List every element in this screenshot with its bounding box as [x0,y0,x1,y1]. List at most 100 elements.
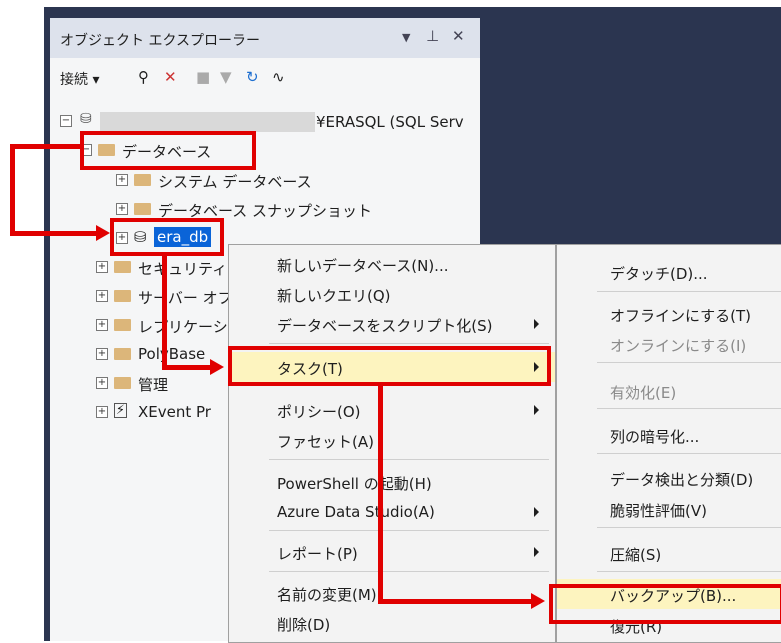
window-left-border [0,0,44,641]
annotation-box-era-db [110,218,224,256]
object-explorer-title: オブジェクト エクスプローラー [60,33,261,49]
annotation-arrow-icon [210,359,224,375]
menu-separator [269,459,549,460]
menu-separator [597,408,781,409]
menu-item-label: 有効化(E) [610,384,677,402]
menu-item-delete[interactable]: 削除(D) [229,608,555,638]
menu-separator [597,453,781,454]
menu-item-label: データベースをスクリプト化(S) [277,317,493,335]
pin-icon[interactable]: ⊥ [426,27,439,45]
menu-item-label: オンラインにする(I) [610,337,747,355]
menu-item-label: Azure Data Studio(A) [277,503,435,521]
expand-icon[interactable]: + [96,319,108,331]
folder-icon [114,261,131,273]
xevent-icon: ⚡ [114,403,127,418]
menu-item-new-database[interactable]: 新しいデータベース(N)... [229,249,555,279]
tree-xevent-node[interactable]: + ⚡ XEvent Pr [96,401,236,425]
folder-icon [114,377,131,389]
menu-separator [269,571,549,572]
tree-label: セキュリティ [138,260,228,278]
menu-item-new-query[interactable]: 新しいクエリ(Q) [229,279,555,309]
window-top-border [0,0,781,7]
menu-separator [597,571,781,572]
object-explorer-toolbar: 接続 ▾ ⚲ ✕ ■ ▼ ↻ ∿ [50,60,480,94]
menu-item-label: 脆弱性評価(V) [610,502,707,520]
expand-icon[interactable]: + [96,406,108,418]
menu-item-label: レポート(P) [277,545,358,563]
expand-icon[interactable]: + [116,174,128,186]
tree-label: サーバー オブ [138,289,233,307]
menu-separator [597,527,781,528]
submenu-arrow-icon [534,547,539,557]
connect-plug-icon[interactable]: ⚲ [138,68,149,86]
task-item-data-discovery[interactable]: データ検出と分類(D) [557,463,781,493]
folder-icon [114,290,131,302]
tree-label: システム データベース [158,173,312,191]
annotation-box-backup [549,584,781,624]
menu-item-label: デタッチ(D)... [610,265,708,283]
task-item-enable[interactable]: 有効化(E) [557,376,781,406]
menu-item-label: 新しいデータベース(N)... [277,257,449,275]
menu-item-label: ポリシー(O) [277,403,361,421]
task-item-take-offline[interactable]: オフラインにする(T) [557,299,781,329]
annotation-box-databases [80,131,256,170]
annotation-box-tasks [228,346,551,386]
expand-icon[interactable]: + [96,348,108,360]
activity-monitor-icon[interactable]: ∿ [272,68,285,86]
expand-icon[interactable]: + [96,377,108,389]
filter-icon[interactable]: ▼ [220,68,232,86]
menu-item-label: データ検出と分類(D) [610,471,754,489]
menu-item-label: 圧縮(S) [610,546,662,564]
collapse-icon[interactable]: − [60,115,72,127]
redacted-server-name [100,112,315,132]
task-item-encrypt-columns[interactable]: 列の暗号化... [557,420,781,450]
menu-item-script-database[interactable]: データベースをスクリプト化(S) [229,309,555,339]
task-item-detach[interactable]: デタッチ(D)... [557,257,781,287]
annotation-arrow-icon [96,225,110,241]
menu-separator [269,530,549,531]
tree-management-node[interactable]: + 管理 [96,372,236,396]
menu-separator [597,291,781,292]
annotation-connector [162,256,167,370]
menu-item-facets[interactable]: ファセット(A) [229,425,555,455]
tree-label: PolyBase [138,345,206,363]
submenu-arrow-icon [534,507,539,517]
annotation-connector [10,144,81,149]
disconnect-icon[interactable]: ✕ [164,68,177,86]
menu-item-label: 新しいクエリ(Q) [277,287,391,305]
menu-item-azure-data-studio[interactable]: Azure Data Studio(A) [229,497,555,527]
tree-system-databases-node[interactable]: + システム データベース [116,169,416,193]
menu-item-label: 削除(D) [277,616,331,634]
annotation-connector [10,231,98,236]
menu-item-powershell[interactable]: PowerShell の起動(H) [229,467,555,497]
expand-icon[interactable]: + [96,261,108,273]
submenu-arrow-icon [534,319,539,329]
task-item-vulnerability-assessment[interactable]: 脆弱性評価(V) [557,494,781,524]
expand-icon[interactable]: + [116,203,128,215]
menu-item-label: 名前の変更(M) [277,586,377,604]
menu-item-label: ファセット(A) [277,433,374,451]
submenu-arrow-icon [534,405,539,415]
stop-icon[interactable]: ■ [196,68,210,86]
connect-button[interactable]: 接続 ▾ [60,69,99,89]
menu-item-label: オフラインにする(T) [610,307,752,325]
menu-item-label: 列の暗号化... [610,428,700,446]
refresh-icon[interactable]: ↻ [246,68,259,86]
dropdown-icon[interactable]: ▼ [402,31,410,44]
menu-item-label: PowerShell の起動(H) [277,475,432,493]
annotation-connector [10,144,15,236]
object-explorer-titlebar: オブジェクト エクスプローラー ▼ ⊥ ✕ [50,18,480,58]
annotation-connector [378,386,383,604]
close-icon[interactable]: ✕ [452,27,465,45]
annotation-arrow-icon [531,593,545,609]
folder-icon [114,319,131,331]
context-menu: 新しいデータベース(N)... 新しいクエリ(Q) データベースをスクリプト化(… [228,244,556,643]
menu-item-reports[interactable]: レポート(P) [229,537,555,567]
menu-item-policies[interactable]: ポリシー(O) [229,395,555,425]
expand-icon[interactable]: + [96,290,108,302]
tree-label: 管理 [138,376,169,394]
folder-icon [134,174,151,186]
task-item-bring-online[interactable]: オンラインにする(I) [557,329,781,359]
task-item-shrink[interactable]: 圧縮(S) [557,538,781,568]
connect-label: 接続 [60,72,88,88]
